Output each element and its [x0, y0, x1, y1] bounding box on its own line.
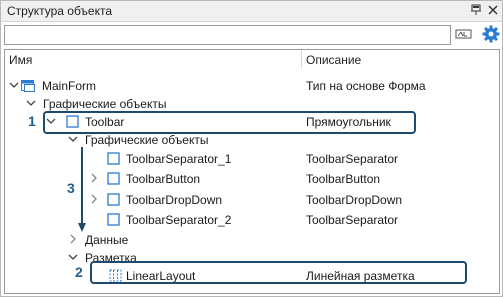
tree-label: MainForm	[42, 79, 97, 93]
tree-label: Данные	[85, 233, 129, 247]
column-header-name[interactable]: Имя	[9, 53, 32, 67]
tree-row-data[interactable]: Данные	[5, 231, 499, 249]
form-icon	[21, 79, 35, 92]
chevron-right-icon[interactable]	[88, 193, 100, 205]
search-input[interactable]	[4, 25, 451, 45]
chevron-down-icon[interactable]	[67, 133, 79, 145]
tree-label: ToolbarButton	[126, 172, 201, 186]
rectangle-icon	[107, 213, 120, 226]
tree-header: Имя Описание	[5, 50, 499, 68]
tree-desc: ToolbarButton	[306, 172, 381, 186]
tree-label: ToolbarSeparator_1	[126, 152, 232, 166]
annotation-number-2: 2	[75, 264, 83, 280]
tree-label: Графические объекты	[43, 97, 167, 111]
tree-label: ToolbarSeparator_2	[126, 213, 232, 227]
filter-text-icon[interactable]	[454, 25, 474, 43]
tree-desc: ToolbarSeparator	[306, 152, 399, 166]
annotation-number-3: 3	[67, 180, 75, 196]
tree-desc: Тип на основе Форма	[306, 79, 426, 93]
highlight-toolbar-row	[43, 111, 416, 134]
panel-titlebar: Структура объекта	[1, 1, 502, 22]
highlight-linear-layout-row	[90, 261, 467, 284]
pin-icon[interactable]	[469, 3, 483, 17]
chevron-down-icon[interactable]	[67, 251, 79, 263]
tree-label: ToolbarDropDown	[126, 193, 223, 207]
chevron-down-icon[interactable]	[25, 97, 37, 109]
chevron-down-icon[interactable]	[8, 79, 20, 91]
column-header-description[interactable]: Описание	[306, 53, 361, 67]
tree-row-mainform[interactable]: MainForm Тип на основе Форма	[5, 77, 499, 95]
tree-label: Графические объекты	[85, 133, 209, 147]
close-icon[interactable]	[486, 3, 500, 17]
panel-title: Структура объекта	[7, 4, 113, 18]
tree-desc: ToolbarSeparator	[306, 213, 399, 227]
tree-desc: ToolbarDropDown	[306, 193, 403, 207]
object-structure-panel: Структура объекта Имя Описание MainForm …	[0, 0, 503, 297]
rectangle-icon	[107, 193, 120, 206]
annotation-number-1: 1	[28, 113, 36, 129]
rectangle-icon	[107, 172, 120, 185]
chevron-right-icon[interactable]	[67, 233, 79, 245]
rectangle-icon	[107, 152, 120, 165]
gear-icon[interactable]	[481, 24, 501, 44]
annotation-arrow-down	[78, 147, 86, 232]
column-divider[interactable]	[301, 50, 302, 68]
chevron-right-icon[interactable]	[88, 172, 100, 184]
